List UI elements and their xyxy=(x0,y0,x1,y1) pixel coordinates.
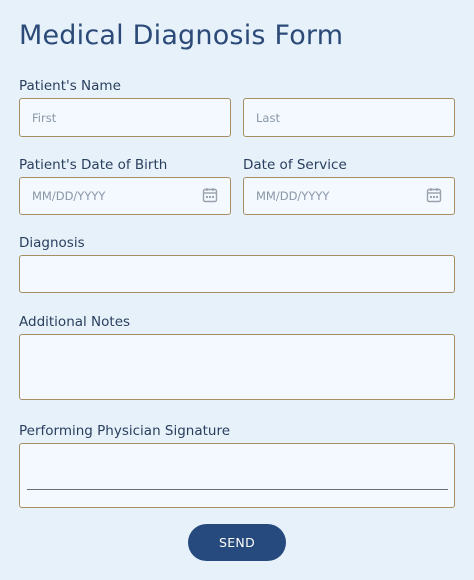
signature-line xyxy=(27,489,448,490)
notes-textarea[interactable] xyxy=(19,334,455,400)
signature-label: Performing Physician Signature xyxy=(19,423,231,439)
notes-label: Additional Notes xyxy=(19,314,131,330)
patient-name-label: Patient's Name xyxy=(19,78,121,94)
dob-label: Patient's Date of Birth xyxy=(19,157,168,173)
page-title: Medical Diagnosis Form xyxy=(19,20,344,51)
last-name-input[interactable] xyxy=(243,98,455,137)
service-date-label: Date of Service xyxy=(243,157,347,173)
signature-pad[interactable] xyxy=(19,443,455,508)
calendar-icon[interactable] xyxy=(426,187,442,203)
service-date-input[interactable] xyxy=(243,177,455,215)
send-button[interactable]: SEND xyxy=(188,524,286,561)
diagnosis-label: Diagnosis xyxy=(19,235,85,251)
diagnosis-input[interactable] xyxy=(19,255,455,293)
first-name-input[interactable] xyxy=(19,98,231,137)
dob-input[interactable] xyxy=(19,177,231,215)
calendar-icon[interactable] xyxy=(202,187,218,203)
